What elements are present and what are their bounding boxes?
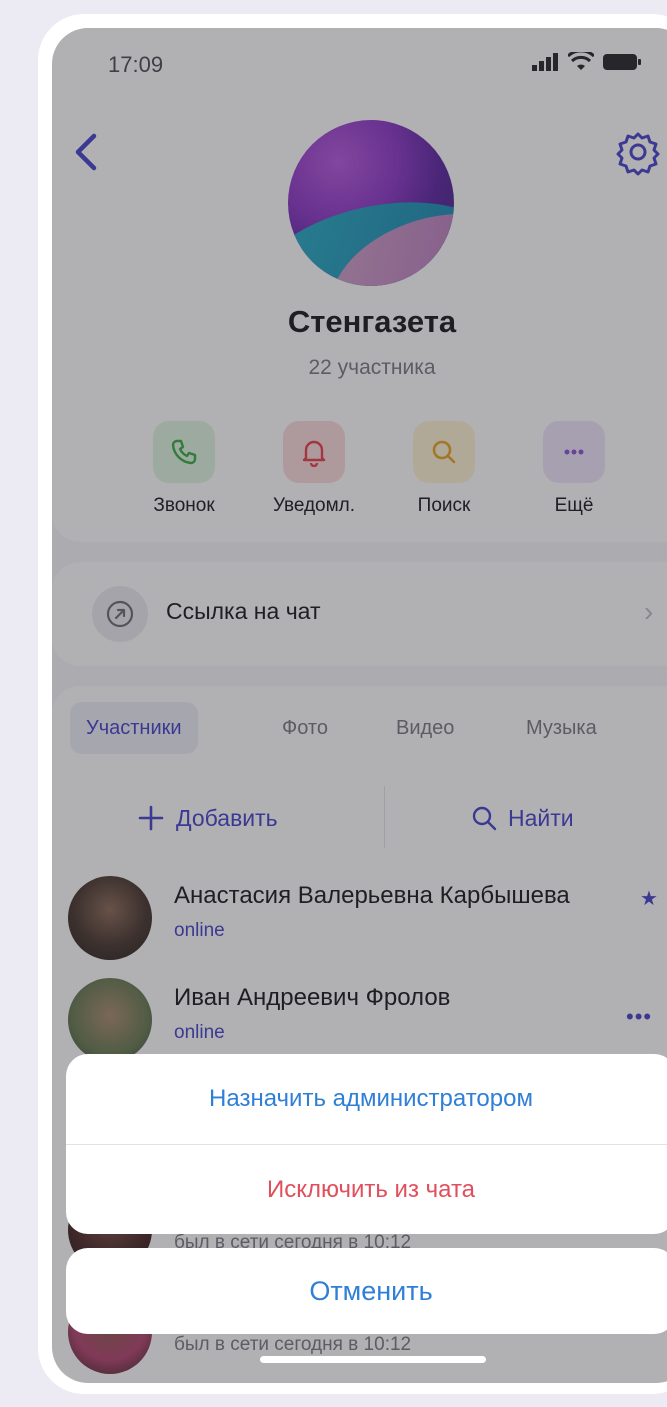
- cancel-button[interactable]: Отменить: [66, 1248, 667, 1334]
- phone-screen: 17:09 Стенгазета 22 участника Звонок Уве…: [52, 28, 667, 1383]
- member-action-sheet: Назначить администратором Исключить из ч…: [66, 1054, 667, 1234]
- remove-from-chat-button[interactable]: Исключить из чата: [66, 1144, 667, 1234]
- make-admin-button[interactable]: Назначить администратором: [66, 1054, 667, 1144]
- home-indicator: [260, 1356, 486, 1363]
